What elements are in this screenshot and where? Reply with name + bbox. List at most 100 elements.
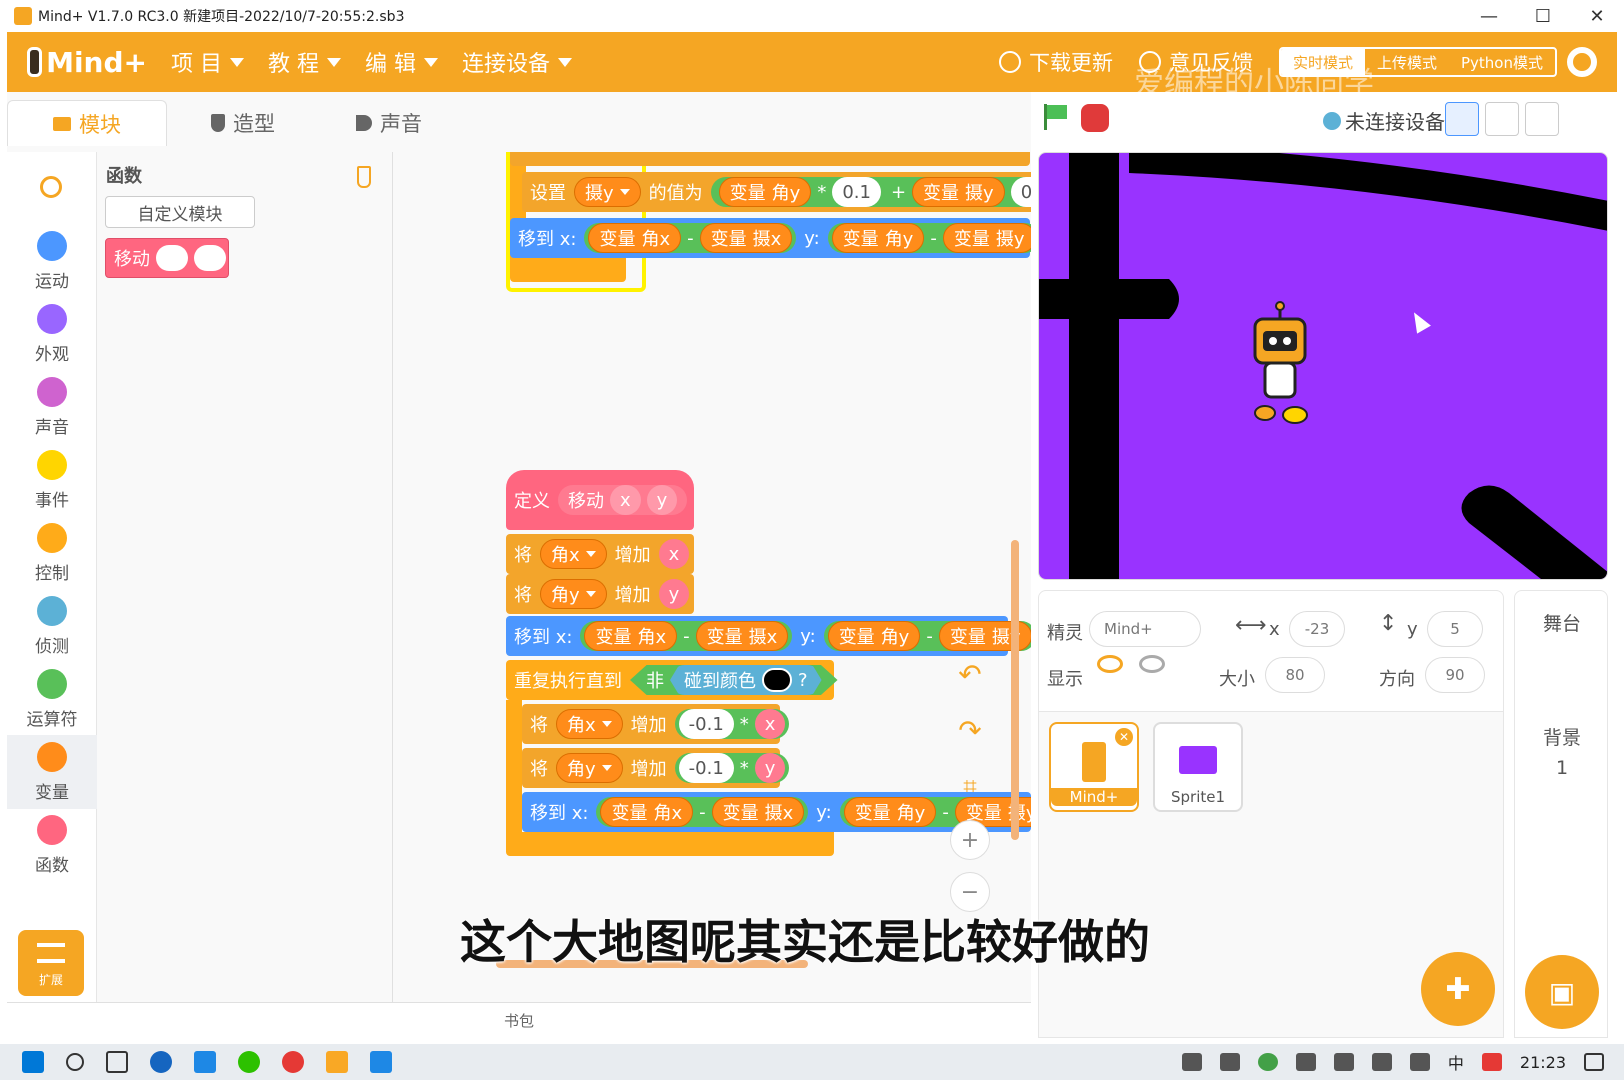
backpack-bar[interactable]: 书包 bbox=[7, 1002, 1031, 1038]
green-flag-icon[interactable] bbox=[1041, 102, 1071, 132]
touching-color-sensor[interactable]: 碰到颜色 ? bbox=[670, 665, 822, 695]
menu-connect-device[interactable]: 连接设备 bbox=[462, 46, 573, 78]
category-looks[interactable]: 外观 bbox=[7, 297, 97, 371]
add-operator[interactable]: 变量 角y * 0.1 + 变量 摄y 0.9 bbox=[710, 177, 1031, 207]
number-input[interactable]: 0.1 bbox=[832, 177, 881, 207]
variable-reporter[interactable]: 变量 摄x bbox=[695, 621, 789, 651]
wifi-icon[interactable] bbox=[1333, 1053, 1354, 1071]
subtract-operator[interactable]: 变量角y - 变量摄y bbox=[823, 621, 1031, 651]
tab-sounds[interactable]: 声音 bbox=[319, 100, 459, 146]
minimize-button[interactable]: — bbox=[1462, 0, 1516, 32]
edge-icon[interactable] bbox=[194, 1051, 216, 1073]
pen-icon[interactable] bbox=[1409, 1053, 1430, 1071]
ime-indicator[interactable]: 中 bbox=[1448, 1050, 1464, 1074]
app-icon[interactable] bbox=[150, 1051, 172, 1073]
arg-reporter-x[interactable]: x bbox=[754, 709, 786, 739]
variable-reporter[interactable]: 变量 摄x bbox=[699, 223, 793, 253]
goto-xy-block[interactable]: 移到 x: 变量角x - 变量摄x y: 变量角y - 变量摄y bbox=[506, 616, 1031, 656]
define-function-hat[interactable]: 定义 移动 x y bbox=[506, 470, 694, 530]
fullscreen-icon[interactable] bbox=[1565, 102, 1599, 136]
size-input[interactable]: 80 bbox=[1265, 657, 1325, 693]
clock-time[interactable]: 21:23 bbox=[1520, 1053, 1566, 1072]
maximize-button[interactable]: ☐ bbox=[1516, 0, 1570, 32]
y-input[interactable]: 5 bbox=[1427, 611, 1483, 647]
app-tray-icon[interactable] bbox=[1257, 1053, 1278, 1071]
subtract-operator[interactable]: 变量角y - 变量摄y bbox=[827, 223, 1031, 253]
menu-edit[interactable]: 编 辑 bbox=[365, 46, 438, 78]
small-stage-layout-icon[interactable] bbox=[1445, 102, 1479, 136]
arg-y[interactable]: y bbox=[646, 485, 678, 515]
extensions-button[interactable]: 扩展 bbox=[18, 930, 84, 996]
eye-icon[interactable] bbox=[1097, 655, 1123, 673]
variable-reporter[interactable]: 变量 角x bbox=[584, 621, 678, 651]
sprite-card-mindplus[interactable]: ✕ Mind+ bbox=[1049, 722, 1139, 812]
variable-reporter[interactable]: 变量 摄y bbox=[912, 177, 1005, 207]
volume-icon[interactable] bbox=[1371, 1053, 1392, 1071]
not-operator[interactable]: 非 碰到颜色 ? bbox=[630, 665, 838, 695]
variable-dropdown[interactable]: 角x bbox=[540, 539, 607, 569]
subtract-operator[interactable]: 变量 角x - 变量 摄x bbox=[596, 797, 809, 827]
color-swatch[interactable] bbox=[762, 668, 792, 692]
variable-dropdown[interactable]: 摄y bbox=[574, 177, 641, 207]
variable-reporter[interactable]: 变量 角x bbox=[600, 797, 694, 827]
variable-dropdown[interactable]: 角x bbox=[556, 709, 623, 739]
change-variable-block[interactable]: 将 角x 增加 x bbox=[506, 534, 694, 574]
chrome-icon[interactable] bbox=[282, 1051, 304, 1073]
microphone-icon[interactable] bbox=[1219, 1053, 1240, 1071]
normal-stage-layout-icon[interactable] bbox=[1485, 102, 1519, 136]
sprite-card-sprite1[interactable]: Sprite1 bbox=[1153, 722, 1243, 812]
multiply-operator[interactable]: 变量 角y * 0.1 bbox=[714, 177, 885, 207]
change-variable-block[interactable]: 将 角x 增加 -0.1 * x bbox=[522, 704, 790, 744]
folder-icon[interactable] bbox=[326, 1051, 348, 1073]
stage-canvas[interactable] bbox=[1038, 152, 1608, 580]
variable-reporter[interactable]: 变量 角y bbox=[718, 177, 812, 207]
make-block-button[interactable]: 自定义模块 bbox=[105, 196, 255, 228]
stop-icon[interactable] bbox=[1081, 104, 1109, 132]
set-variable-block-partial[interactable] bbox=[510, 152, 1030, 166]
category-control[interactable]: 控制 bbox=[7, 516, 97, 590]
vertical-scrollbar[interactable] bbox=[1011, 540, 1019, 840]
arg-x[interactable]: x bbox=[610, 485, 641, 515]
change-variable-block[interactable]: 将 角y 增加 y bbox=[506, 574, 694, 614]
tab-blocks[interactable]: 模块 bbox=[7, 100, 167, 146]
number-input[interactable]: -0.1 bbox=[678, 709, 734, 739]
function-prototype[interactable]: 移动 x y bbox=[558, 485, 688, 515]
variable-dropdown[interactable]: 角y bbox=[556, 753, 623, 783]
large-stage-layout-icon[interactable] bbox=[1525, 102, 1559, 136]
undo-icon[interactable]: ↶ bbox=[950, 654, 990, 694]
delete-icon[interactable]: ✕ bbox=[1115, 728, 1133, 746]
repeat-until-block[interactable]: 重复执行直到 非 碰到颜色 ? bbox=[506, 660, 838, 700]
task-view-icon[interactable] bbox=[106, 1051, 128, 1073]
subtract-operator[interactable]: 变量 角x - 变量 摄x bbox=[580, 621, 793, 651]
redo-icon[interactable]: ↷ bbox=[950, 710, 990, 750]
menu-project[interactable]: 项 目 bbox=[171, 46, 244, 78]
script-workspace[interactable]: 设置 摄y 的值为 变量 角y * 0.1 + 变量 摄y 0.9 移到 x: bbox=[393, 152, 1031, 1002]
number-input[interactable]: 0.9 bbox=[1010, 177, 1031, 207]
subtract-operator[interactable]: 变量角y - 变量摄y bbox=[839, 797, 1031, 827]
variable-reporter[interactable]: 变量 角y bbox=[827, 621, 921, 651]
sogou-icon[interactable] bbox=[1481, 1053, 1502, 1071]
close-button[interactable]: ✕ bbox=[1570, 0, 1624, 32]
multiply-operator[interactable]: -0.1 * y bbox=[674, 753, 790, 783]
arg-reporter-y[interactable]: y bbox=[658, 579, 690, 609]
category-sound[interactable]: 声音 bbox=[7, 370, 97, 444]
goto-xy-block[interactable]: 移到 x: 变量角x - 变量摄x y: 变量角y - 变量摄y bbox=[510, 218, 1031, 258]
arg-reporter-y[interactable]: y bbox=[754, 753, 786, 783]
wechat-icon[interactable] bbox=[238, 1051, 260, 1073]
x-input[interactable]: -23 bbox=[1289, 611, 1345, 647]
change-variable-block[interactable]: 将 角y 增加 -0.1 * y bbox=[522, 748, 790, 788]
add-backdrop-button[interactable]: ▣ bbox=[1525, 955, 1599, 1029]
gear-icon[interactable] bbox=[1567, 47, 1597, 77]
menu-tutorial[interactable]: 教 程 bbox=[268, 46, 341, 78]
set-variable-block[interactable]: 设置 摄y 的值为 变量 角y * 0.1 + 变量 摄y 0.9 bbox=[522, 172, 1031, 212]
variable-reporter[interactable]: 变量 摄x bbox=[711, 797, 805, 827]
category-sensing[interactable]: 侦测 bbox=[7, 589, 97, 663]
category-functions[interactable]: 函数 bbox=[7, 808, 97, 882]
sprite-name-input[interactable]: Mind+ bbox=[1089, 611, 1201, 647]
zoom-in-icon[interactable]: + bbox=[950, 820, 990, 860]
direction-input[interactable]: 90 bbox=[1425, 657, 1485, 693]
category-operators[interactable]: 运算符 bbox=[7, 662, 97, 736]
search-icon[interactable] bbox=[66, 1053, 84, 1071]
variable-reporter[interactable]: 变量 角y bbox=[843, 797, 937, 827]
category-events[interactable]: 事件 bbox=[7, 443, 97, 517]
